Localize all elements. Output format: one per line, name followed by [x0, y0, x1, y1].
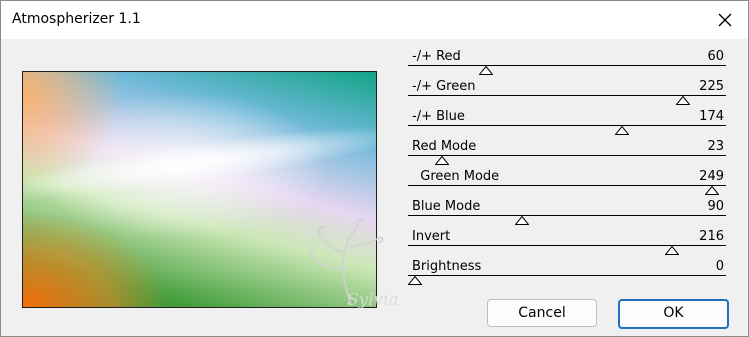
- slider-thumb[interactable]: [665, 246, 680, 255]
- slider-label: -/+ Green: [412, 79, 476, 94]
- slider-track[interactable]: [408, 185, 726, 186]
- slider-thumb[interactable]: [435, 156, 450, 165]
- slider-thumb[interactable]: [676, 96, 691, 105]
- slider-red-mode[interactable]: Red Mode 23: [408, 139, 726, 169]
- slider-thumb[interactable]: [515, 216, 530, 225]
- slider-value: 249: [699, 169, 724, 184]
- close-button[interactable]: [702, 1, 748, 39]
- slider-track[interactable]: [408, 65, 726, 66]
- slider-green-mode[interactable]: Green Mode 249: [408, 169, 726, 199]
- slider-label: -/+ Red: [412, 49, 461, 64]
- slider-track[interactable]: [408, 155, 726, 156]
- window-title: Atmospherizer 1.1: [12, 11, 141, 27]
- slider-value: 0: [715, 259, 724, 274]
- slider-value: 216: [699, 229, 724, 244]
- ok-button[interactable]: OK: [618, 299, 729, 329]
- slider-track[interactable]: [408, 125, 726, 126]
- slider-green[interactable]: -/+ Green 225: [408, 79, 726, 109]
- slider-label: Red Mode: [412, 139, 477, 154]
- slider-invert[interactable]: Invert 216: [408, 229, 726, 259]
- slider-value: 90: [707, 199, 724, 214]
- slider-track[interactable]: [408, 215, 726, 216]
- svg-text:Sylviane: Sylviane: [347, 290, 399, 310]
- atmospherizer-dialog: Atmospherizer 1.1 Sylviane: [0, 0, 749, 337]
- slider-value: 60: [707, 49, 724, 64]
- slider-brightness[interactable]: Brightness 0: [408, 259, 726, 289]
- slider-label: Invert: [412, 229, 451, 244]
- slider-label: Blue Mode: [412, 199, 481, 214]
- slider-thumb[interactable]: [704, 186, 719, 195]
- title-bar: Atmospherizer 1.1: [1, 1, 748, 39]
- slider-value: 174: [699, 109, 724, 124]
- slider-blue[interactable]: -/+ Blue 174: [408, 109, 726, 139]
- slider-thumb[interactable]: [479, 66, 494, 75]
- slider-value: 225: [699, 79, 724, 94]
- slider-blue-mode[interactable]: Blue Mode 90: [408, 199, 726, 229]
- slider-label: Green Mode: [412, 169, 500, 184]
- slider-track[interactable]: [408, 275, 726, 276]
- cancel-button[interactable]: Cancel: [487, 299, 597, 327]
- slider-thumb[interactable]: [615, 126, 630, 135]
- close-icon: [718, 13, 732, 27]
- slider-thumb[interactable]: [408, 276, 422, 285]
- slider-red[interactable]: -/+ Red 60: [408, 49, 726, 79]
- slider-value: 23: [707, 139, 724, 154]
- slider-label: -/+ Blue: [412, 109, 465, 124]
- slider-label: Brightness: [412, 259, 482, 274]
- watermark-logo: Sylviane: [299, 213, 420, 323]
